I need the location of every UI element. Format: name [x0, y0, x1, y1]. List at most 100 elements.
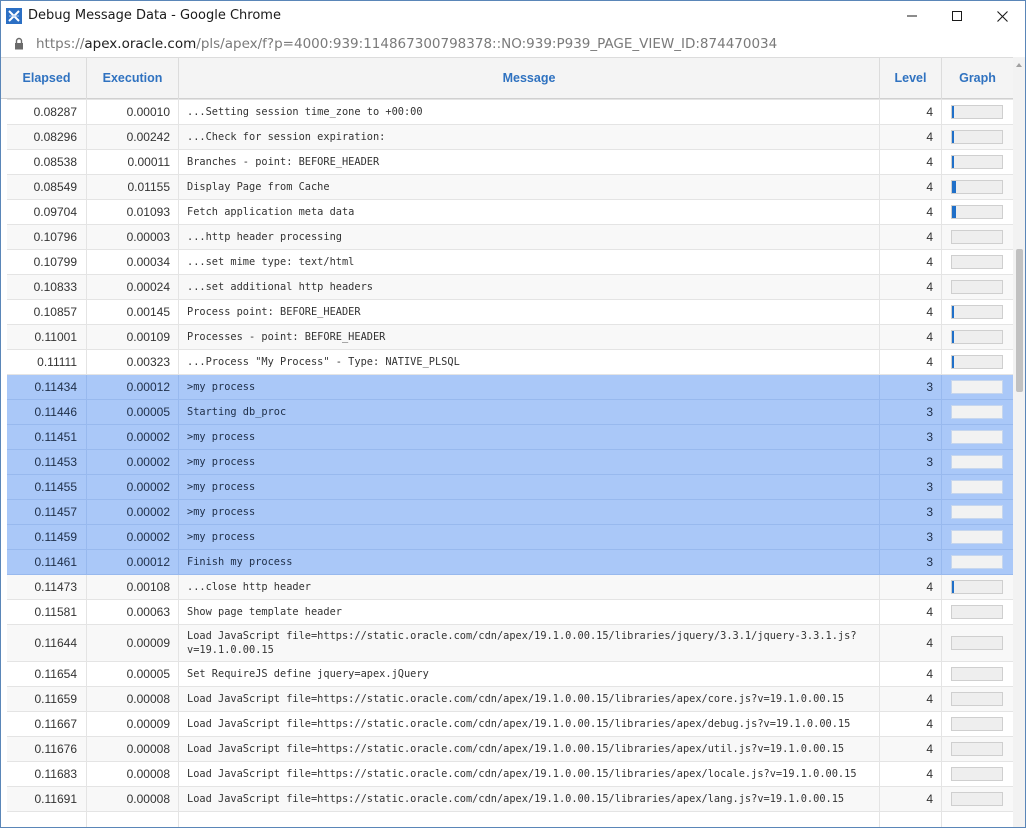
level-cell: 3 — [880, 500, 942, 524]
execution-cell: 0.01155 — [87, 175, 179, 199]
graph-bar-track — [951, 792, 1003, 806]
close-button[interactable] — [979, 1, 1025, 31]
elapsed-cell: 0.11473 — [7, 575, 87, 599]
table-row[interactable]: 0.11457 0.00002 >my process 3 — [7, 500, 1013, 525]
table-header: Elapsed Execution Message Level Graph — [1, 57, 1013, 99]
graph-cell — [942, 225, 1013, 249]
table-row[interactable]: 0.08538 0.00011 Branches - point: BEFORE_H… — [7, 150, 1013, 175]
table-row[interactable]: 0.08296 0.00242 ...Check for session expir… — [7, 125, 1013, 150]
level-cell: 4 — [880, 662, 942, 686]
level-cell: 4 — [880, 625, 942, 661]
elapsed-cell: 0.11451 — [7, 425, 87, 449]
execution-cell: 0.01093 — [87, 200, 179, 224]
graph-cell — [942, 350, 1013, 374]
execution-cell: 0.00002 — [87, 475, 179, 499]
message-cell: Load JavaScript file=https://static.orac… — [179, 625, 880, 661]
graph-cell — [942, 275, 1013, 299]
table-row[interactable]: 0.11659 0.00008 Load JavaScript file=https… — [7, 687, 1013, 712]
table-row[interactable]: 0.11676 0.00008 Load JavaScript file=https… — [7, 737, 1013, 762]
table-row[interactable]: 0.11461 0.00012 Finish my process 3 — [7, 550, 1013, 575]
table-row[interactable]: 0.11111 0.00323 ...Process "My Process" - … — [7, 350, 1013, 375]
table-row[interactable]: 0.10796 0.00003 ...http header processing 4 — [7, 225, 1013, 250]
execution-cell: 0.00005 — [87, 400, 179, 424]
message-cell: ...Check for session expiration: — [179, 125, 880, 149]
graph-bar-fill — [952, 131, 954, 143]
table-row[interactable]: 0.11001 0.00109 Processes - point: BEFORE_… — [7, 325, 1013, 350]
browser-window: Debug Message Data - Google Chrome https… — [0, 0, 1026, 828]
elapsed-cell — [7, 812, 87, 827]
table-row[interactable]: 0.11654 0.00005 Set RequireJS define jquer… — [7, 662, 1013, 687]
level-cell: 3 — [880, 375, 942, 399]
table-row[interactable]: 0.08549 0.01155 Display Page from Cache 4 — [7, 175, 1013, 200]
table-row[interactable]: 0.11683 0.00008 Load JavaScript file=https… — [7, 762, 1013, 787]
table-row[interactable]: 0.11473 0.00108 ...close http header 4 — [7, 575, 1013, 600]
message-cell — [179, 812, 880, 827]
message-cell: Load JavaScript file=https://static.orac… — [179, 737, 880, 761]
elapsed-cell: 0.11659 — [7, 687, 87, 711]
level-cell: 4 — [880, 150, 942, 174]
graph-bar-track — [951, 530, 1003, 544]
graph-bar-track — [951, 667, 1003, 681]
minimize-button[interactable] — [889, 1, 935, 31]
column-header-graph[interactable]: Graph — [942, 58, 1013, 99]
graph-bar-fill — [952, 306, 954, 318]
level-cell: 4 — [880, 737, 942, 761]
execution-cell: 0.00008 — [87, 687, 179, 711]
column-header-execution[interactable]: Execution — [87, 58, 179, 99]
graph-bar-track — [951, 355, 1003, 369]
graph-bar-track — [951, 255, 1003, 269]
message-cell: Processes - point: BEFORE_HEADER — [179, 325, 880, 349]
table-row[interactable]: 0.11446 0.00005 Starting db_proc 3 — [7, 400, 1013, 425]
elapsed-cell: 0.11461 — [7, 550, 87, 574]
maximize-button[interactable] — [934, 1, 980, 31]
execution-cell: 0.00109 — [87, 325, 179, 349]
elapsed-cell: 0.11667 — [7, 712, 87, 736]
message-cell: ...Process "My Process" - Type: NATIVE_P… — [179, 350, 880, 374]
execution-cell: 0.00002 — [87, 500, 179, 524]
level-cell: 4 — [880, 175, 942, 199]
vertical-scrollbar[interactable] — [1013, 57, 1025, 827]
table-row[interactable]: 0.11691 0.00008 Load JavaScript file=https… — [7, 787, 1013, 812]
scroll-up-icon[interactable] — [1016, 63, 1022, 67]
graph-bar-track — [951, 555, 1003, 569]
table-row[interactable]: 0.10833 0.00024 ...set additional http hea… — [7, 275, 1013, 300]
column-header-elapsed[interactable]: Elapsed — [7, 58, 87, 99]
graph-cell — [942, 325, 1013, 349]
table-row[interactable]: 0.11453 0.00002 >my process 3 — [7, 450, 1013, 475]
table-row[interactable]: 0.11451 0.00002 >my process 3 — [7, 425, 1013, 450]
level-cell: 3 — [880, 400, 942, 424]
elapsed-cell: 0.08538 — [7, 150, 87, 174]
message-cell: Starting db_proc — [179, 400, 880, 424]
table-row[interactable]: 0.11667 0.00009 Load JavaScript file=https… — [7, 712, 1013, 737]
graph-bar-fill — [952, 181, 956, 193]
address-bar[interactable]: https://apex.oracle.com/pls/apex/f?p=400… — [1, 31, 1025, 57]
table-row[interactable]: 0.11581 0.00063 Show page template header 4 — [7, 600, 1013, 625]
message-cell: Process point: BEFORE_HEADER — [179, 300, 880, 324]
column-header-message[interactable]: Message — [179, 58, 880, 99]
graph-cell — [942, 787, 1013, 811]
table-row[interactable]: 0.10799 0.00034 ...set mime type: text/htm… — [7, 250, 1013, 275]
table-row[interactable]: 0.11459 0.00002 >my process 3 — [7, 525, 1013, 550]
message-cell: >my process — [179, 450, 880, 474]
graph-cell — [942, 150, 1013, 174]
graph-bar-track — [951, 505, 1003, 519]
table-row[interactable]: 0.10857 0.00145 Process point: BEFORE_HEAD… — [7, 300, 1013, 325]
elapsed-cell: 0.11446 — [7, 400, 87, 424]
table-row[interactable]: 0.11434 0.00012 >my process 3 — [7, 375, 1013, 400]
graph-bar-track — [951, 230, 1003, 244]
lock-icon — [15, 37, 23, 50]
graph-cell — [942, 550, 1013, 574]
execution-cell: 0.00002 — [87, 450, 179, 474]
table-row[interactable]: 0.11644 0.00009 Load JavaScript file=https… — [7, 625, 1013, 662]
execution-cell: 0.00323 — [87, 350, 179, 374]
column-header-level[interactable]: Level — [880, 58, 942, 99]
table-row[interactable]: 0.11455 0.00002 >my process 3 — [7, 475, 1013, 500]
message-cell: ...close http header — [179, 575, 880, 599]
url-text[interactable]: https://apex.oracle.com/pls/apex/f?p=400… — [36, 36, 777, 52]
level-cell — [880, 812, 942, 827]
table-row[interactable]: 0.09704 0.01093 Fetch application meta dat… — [7, 200, 1013, 225]
table-row[interactable]: 0.08287 0.00010 ...Setting session time_zo… — [7, 100, 1013, 125]
scrollbar-thumb[interactable] — [1016, 249, 1023, 392]
graph-cell — [942, 712, 1013, 736]
message-cell: >my process — [179, 475, 880, 499]
